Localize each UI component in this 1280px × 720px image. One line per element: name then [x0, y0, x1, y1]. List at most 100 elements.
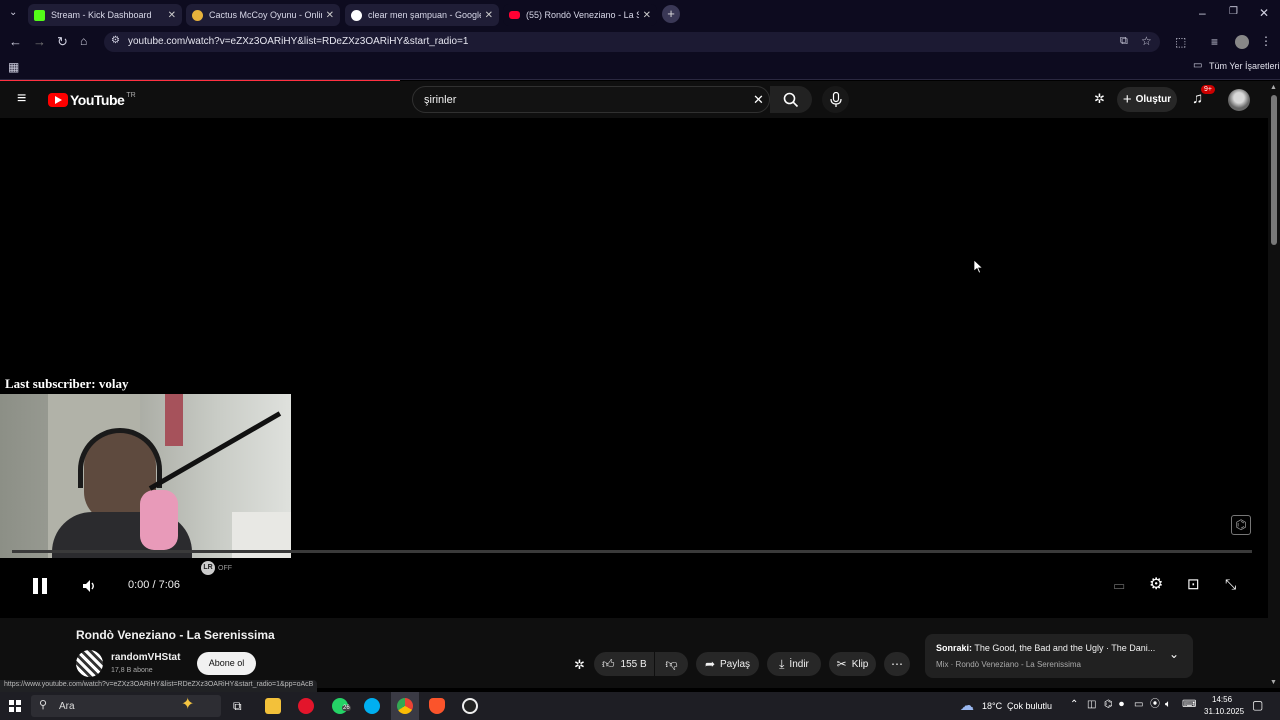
window-close-icon[interactable]: ✕ — [1259, 7, 1269, 19]
ask-ai-sparkle-icon[interactable]: ✲ — [574, 658, 585, 671]
youtube-play-logo-icon — [48, 93, 68, 107]
notifications-center-icon[interactable]: ▢ — [1252, 699, 1263, 711]
tab-list-chevron-icon[interactable]: ⌄ — [9, 8, 17, 18]
fullscreen-icon[interactable]: ⤡ — [1225, 577, 1236, 591]
media-control-icon[interactable]: ≡ — [1211, 36, 1218, 48]
download-icon: ⤓ — [779, 656, 785, 671]
dislike-button[interactable]: 👎︎ — [655, 652, 688, 676]
video-player[interactable]: Last subscriber: volay LR OFF ⌬ 0:00 / 7… — [0, 118, 1268, 618]
forward-icon[interactable]: → — [33, 35, 46, 48]
profile-avatar[interactable] — [1235, 35, 1249, 49]
youtube-logo[interactable]: YouTube TR — [48, 92, 136, 108]
bookmark-star-icon[interactable]: ☆ — [1141, 35, 1152, 47]
volume-icon[interactable] — [81, 578, 97, 594]
youtube-wordmark: YouTube — [70, 92, 125, 108]
theater-mode-icon[interactable]: ⊡ — [1187, 577, 1200, 592]
notifications-button[interactable]: ♫ 9+ — [1192, 85, 1215, 110]
close-icon[interactable]: ✕ — [643, 10, 651, 21]
download-button[interactable]: ⤓ İndir — [767, 652, 821, 676]
hamburger-menu-icon[interactable]: ≡ — [17, 91, 26, 107]
opera-icon[interactable] — [298, 698, 314, 714]
up-next-title: The Good, the Bad and the Ugly · The Dan… — [974, 643, 1156, 653]
lr-badge: LR OFF — [201, 561, 232, 575]
search-button[interactable] — [770, 86, 812, 113]
scroll-down-icon[interactable]: ▼ — [1270, 679, 1277, 686]
install-app-icon[interactable]: ⧉ — [1120, 36, 1128, 47]
microphone-tray-icon[interactable]: ⏺ — [1119, 700, 1124, 710]
create-button[interactable]: + Oluştur — [1117, 87, 1177, 112]
speaker-icon[interactable]: 🔈︎ — [1165, 700, 1171, 710]
share-label: Paylaş — [720, 658, 751, 670]
tab-youtube-active[interactable]: (55) Rondò Veneziano - La Sere ✕ — [503, 4, 657, 26]
minimize-icon[interactable]: – — [1199, 7, 1206, 19]
keyboard-icon[interactable]: ⌨ — [1182, 700, 1196, 710]
time-display: 0:00 / 7:06 — [128, 579, 180, 591]
lr-state: OFF — [218, 564, 232, 572]
tab-google[interactable]: clear men şampuan - Google'd ✕ — [345, 4, 499, 26]
taskbar-search-label: Ara — [59, 701, 75, 712]
up-next-subtitle: Mix · Rondò Veneziano - La Serenissima — [936, 660, 1081, 669]
skype-icon[interactable] — [364, 698, 380, 714]
task-view-icon[interactable]: ⧉ — [233, 700, 242, 712]
chrome-icon[interactable] — [397, 698, 413, 714]
menu-dots-icon[interactable]: ⋮ — [1260, 35, 1272, 47]
search-highlight-icon: ✦ — [181, 696, 195, 713]
maximize-icon[interactable]: ❐ — [1229, 7, 1238, 17]
channel-name[interactable]: randomVHStat — [111, 652, 180, 663]
taskbar-search[interactable]: ⚲ Ara ✦ — [31, 695, 221, 717]
search-input[interactable]: şirinler — [424, 94, 456, 106]
up-next-panel[interactable]: Sonraki: The Good, the Bad and the Ugly … — [925, 634, 1193, 678]
search-icon: ⚲ — [39, 699, 48, 711]
scroll-up-icon[interactable]: ▲ — [1270, 84, 1277, 91]
close-icon[interactable]: ✕ — [485, 10, 493, 21]
voice-search-button[interactable] — [822, 86, 849, 113]
clear-search-icon[interactable]: ✕ — [753, 93, 764, 106]
chevron-down-icon[interactable]: ⌄ — [1169, 648, 1179, 660]
url-field[interactable]: ⚙ youtube.com/watch?v=eZXz3OARiHY&list=R… — [104, 32, 1160, 52]
page-scrollbar[interactable]: ▲ ▼ — [1268, 81, 1280, 688]
clock-time[interactable]: 14:56 — [1212, 695, 1232, 704]
channel-avatar[interactable] — [76, 650, 103, 677]
close-icon[interactable]: ✕ — [168, 10, 176, 21]
new-tab-button[interactable]: + — [662, 5, 680, 23]
tab-title: Stream - Kick Dashboard — [51, 10, 152, 20]
settings-gear-icon[interactable]: ⚙ — [1149, 577, 1163, 593]
scrollbar-thumb[interactable] — [1271, 95, 1277, 245]
obs-icon[interactable] — [462, 698, 478, 714]
brave-icon[interactable] — [429, 698, 445, 714]
start-button-icon[interactable] — [9, 700, 21, 712]
gemini-sparkle-icon[interactable]: ✲ — [1094, 92, 1105, 105]
game-icon — [192, 9, 203, 21]
tab-cactus[interactable]: Cactus McCoy Oyunu - Online ✕ — [186, 4, 340, 26]
all-bookmarks-link[interactable]: Tüm Yer İşaretleri — [1209, 61, 1280, 71]
reload-icon[interactable]: ↻ — [57, 35, 68, 48]
subscribe-button[interactable]: Abone ol — [197, 652, 256, 675]
apps-grid-icon[interactable]: ▦ — [8, 61, 19, 73]
tab-title: (55) Rondò Veneziano - La Sere — [526, 10, 639, 20]
site-info-icon[interactable]: ⚙ — [111, 36, 120, 46]
extensions-icon[interactable]: ⬚ — [1175, 36, 1186, 48]
progress-bar[interactable] — [12, 550, 1252, 553]
create-label: Oluştur — [1135, 94, 1172, 105]
tray-app-icon[interactable]: ◫ — [1087, 700, 1096, 710]
up-next-label: Sonraki: — [936, 643, 973, 653]
pause-button[interactable] — [32, 577, 48, 595]
account-avatar[interactable] — [1228, 89, 1250, 111]
more-actions-button[interactable]: ⋯ — [884, 652, 910, 676]
back-icon[interactable]: ← — [9, 35, 22, 48]
like-button[interactable]: 👍︎ 155 B — [594, 652, 654, 676]
network-icon[interactable]: ⌬ — [1104, 700, 1113, 710]
clip-button[interactable]: ✂ Klip — [829, 652, 876, 676]
clock-date[interactable]: 31.10.2025 — [1204, 707, 1244, 716]
wifi-icon[interactable]: ⦿ — [1150, 700, 1160, 710]
subtitles-icon[interactable]: ▭ — [1113, 579, 1125, 592]
display-icon[interactable]: ▭ — [1134, 700, 1143, 710]
tray-chevron-up-icon[interactable]: ⌃ — [1070, 700, 1078, 710]
file-explorer-icon[interactable] — [265, 698, 281, 714]
search-box[interactable]: şirinler ✕ — [412, 86, 770, 113]
close-icon[interactable]: ✕ — [326, 10, 334, 21]
home-icon[interactable]: ⌂ — [80, 35, 87, 47]
tab-kick[interactable]: Stream - Kick Dashboard ✕ — [28, 4, 182, 26]
pause-icon — [33, 578, 38, 594]
share-button[interactable]: ➦ Paylaş — [696, 652, 759, 676]
